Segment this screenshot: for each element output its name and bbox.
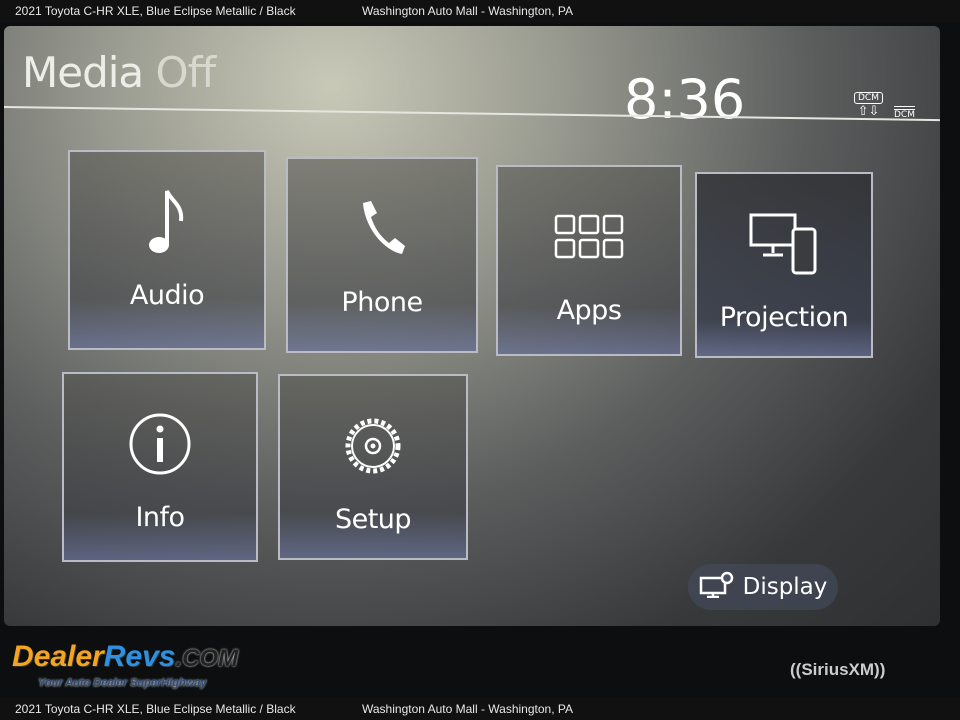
dealer-caption: Washington Auto Mall - Washington, PA xyxy=(362,702,573,716)
caption-bar-top: 2021 Toyota C-HR XLE, Blue Eclipse Metal… xyxy=(0,0,960,22)
phone-button[interactable]: Phone xyxy=(286,157,478,353)
media-status[interactable]: Media Off xyxy=(22,48,217,97)
music-note-icon xyxy=(147,182,187,262)
apps-label: Apps xyxy=(556,295,622,326)
projection-button[interactable]: Projection xyxy=(695,172,873,358)
info-icon xyxy=(127,404,193,484)
vehicle-caption: 2021 Toyota C-HR XLE, Blue Eclipse Metal… xyxy=(15,4,296,18)
phone-icon xyxy=(357,189,407,269)
info-button[interactable]: Info xyxy=(62,372,258,562)
phone-label: Phone xyxy=(341,287,423,318)
display-settings-icon xyxy=(699,570,735,604)
media-label: Media xyxy=(22,48,144,97)
clock: 8:36 xyxy=(624,68,746,131)
audio-button[interactable]: Audio xyxy=(68,150,266,350)
projection-label: Projection xyxy=(719,302,849,333)
dealerrevs-watermark-logo: DealerRevs.COM xyxy=(12,640,239,673)
infotainment-screen: Media Off 8:36 DCM ⇧⇩ DCM Audio Phone App… xyxy=(4,26,940,626)
apps-button[interactable]: Apps xyxy=(496,165,682,356)
media-off-label: Off xyxy=(155,48,217,97)
caption-bar-bottom: 2021 Toyota C-HR XLE, Blue Eclipse Metal… xyxy=(0,698,960,720)
display-button[interactable]: Display xyxy=(688,564,838,610)
dcm-label: DCM xyxy=(854,92,883,104)
header-divider xyxy=(4,106,940,122)
apps-grid-icon xyxy=(554,197,624,277)
dcm-status-icon: DCM ⇧⇩ xyxy=(854,92,883,119)
watermark-tagline: Your Auto Dealer SuperHighway xyxy=(38,677,207,689)
display-label: Display xyxy=(742,574,828,600)
gear-icon xyxy=(342,406,404,486)
dcm-arrows: ⇧⇩ xyxy=(857,104,880,119)
setup-button[interactable]: Setup xyxy=(278,374,468,560)
setup-label: Setup xyxy=(334,504,412,535)
audio-label: Audio xyxy=(129,280,205,311)
siriusxm-logo: ((SiriusXM)) xyxy=(790,660,886,679)
dealer-caption: Washington Auto Mall - Washington, PA xyxy=(362,4,573,18)
info-label: Info xyxy=(135,502,185,533)
vehicle-caption: 2021 Toyota C-HR XLE, Blue Eclipse Metal… xyxy=(15,702,296,716)
monitor-phone-icon xyxy=(749,204,819,284)
